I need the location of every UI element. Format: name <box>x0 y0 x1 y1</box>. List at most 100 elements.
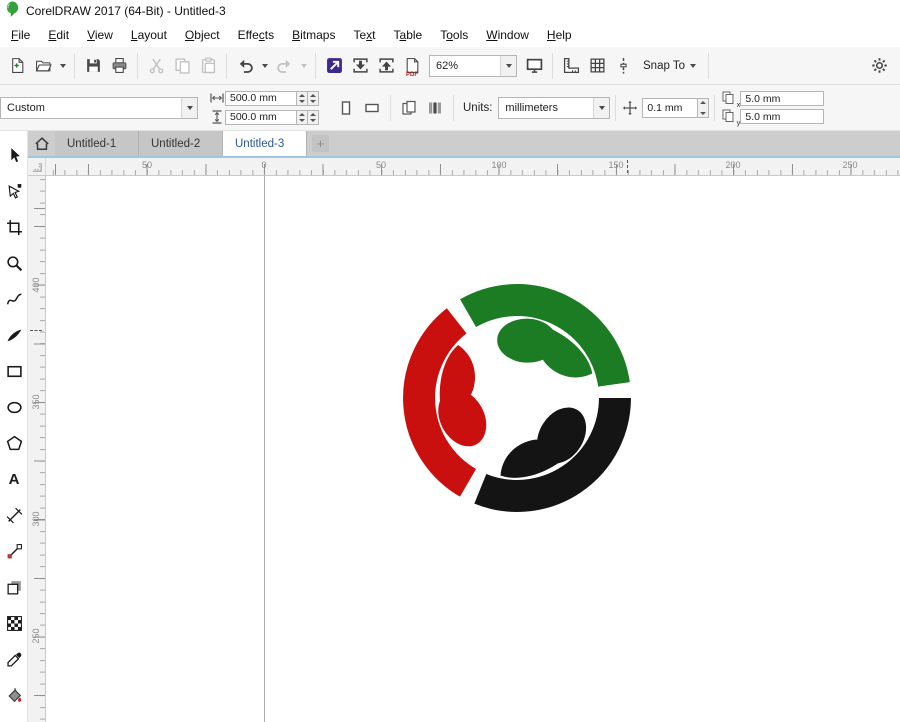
drop-shadow-tool[interactable] <box>0 569 28 605</box>
redo-arrow-icon <box>276 59 290 73</box>
parallel-dimension-tool[interactable] <box>0 497 28 533</box>
tab-untitled-3[interactable]: Untitled-3 <box>223 131 307 156</box>
page-height-spinner-alt[interactable] <box>308 109 319 125</box>
rulers-toggle-button[interactable] <box>558 52 584 80</box>
standard-toolbar: PDF 62% Snap To <box>0 47 900 85</box>
logo-artwork[interactable] <box>402 283 632 513</box>
options-button[interactable] <box>866 52 892 80</box>
connector-tool[interactable] <box>0 533 28 569</box>
page-preset-combobox[interactable]: Custom <box>0 96 198 119</box>
spin-up-icon <box>310 93 316 97</box>
menu-object[interactable]: Object <box>176 24 229 46</box>
cut-button[interactable] <box>143 52 169 80</box>
vertical-ruler[interactable]: 400 350 300 250 <box>28 176 46 722</box>
open-button[interactable] <box>30 52 56 80</box>
shape-tool[interactable] <box>0 173 28 209</box>
text-tool[interactable]: A <box>0 461 28 497</box>
paste-button[interactable] <box>195 52 221 80</box>
open-dropdown[interactable] <box>56 52 69 80</box>
menu-text[interactable]: Text <box>344 24 384 46</box>
page-width-field[interactable]: 500.0 mm <box>225 90 297 106</box>
polygon-tool[interactable] <box>0 425 28 461</box>
fill-bucket-icon <box>7 687 21 702</box>
gear-icon <box>871 58 887 73</box>
ellipse-tool[interactable] <box>0 389 28 425</box>
crop-tool[interactable] <box>0 209 28 245</box>
menu-file[interactable]: File <box>2 24 39 46</box>
menu-effects[interactable]: Effects <box>229 24 283 46</box>
copy-button[interactable] <box>169 52 195 80</box>
fullscreen-preview-button[interactable] <box>521 52 547 80</box>
nudge-distance-field[interactable]: 0.1 mm <box>642 97 699 118</box>
zoom-dropdown[interactable] <box>500 55 516 76</box>
menu-edit[interactable]: Edit <box>39 24 78 46</box>
nudge-spinner[interactable] <box>698 97 710 118</box>
zoom-tool[interactable] <box>0 245 28 281</box>
menu-help[interactable]: Help <box>538 24 581 46</box>
duplicate-x-field[interactable]: 5.0 mm <box>740 91 825 106</box>
title-bar: CorelDRAW 2017 (64-Bit) - Untitled-3 <box>0 0 900 22</box>
landscape-button[interactable] <box>359 93 385 123</box>
tab-untitled-2[interactable]: Untitled-2 <box>139 131 223 156</box>
artistic-media-tool[interactable] <box>0 317 28 353</box>
save-button[interactable] <box>80 52 106 80</box>
menu-table[interactable]: Table <box>385 24 432 46</box>
preset-dropdown[interactable] <box>181 97 197 118</box>
units-dropdown[interactable] <box>593 97 610 118</box>
horizontal-ruler[interactable]: 50 0 50 100 150 200 250 <box>46 158 900 176</box>
guidelines-toggle-button[interactable] <box>610 52 636 80</box>
rectangle-tool[interactable] <box>0 353 28 389</box>
menu-tools[interactable]: Tools <box>431 24 477 46</box>
menu-bitmaps[interactable]: Bitmaps <box>283 24 344 46</box>
property-bar: Custom 500.0 mm 500.0 mm Units: millimet… <box>0 85 900 131</box>
export-button[interactable] <box>373 52 399 80</box>
page-width-spinner[interactable] <box>297 90 308 106</box>
welcome-home-button[interactable] <box>28 131 55 156</box>
menu-layout[interactable]: Layout <box>122 24 176 46</box>
publish-pdf-button[interactable]: PDF <box>399 52 425 80</box>
tab-untitled-1[interactable]: Untitled-1 <box>55 131 139 156</box>
transparency-tool[interactable] <box>0 605 28 641</box>
menu-view[interactable]: View <box>78 24 122 46</box>
new-document-icon <box>11 58 23 73</box>
chevron-down-icon <box>598 105 605 110</box>
search-content-button[interactable] <box>321 52 347 80</box>
grid-toggle-button[interactable] <box>584 52 610 80</box>
new-tab-button[interactable]: + <box>312 135 329 152</box>
pick-tool[interactable] <box>0 137 28 173</box>
snap-to-dropdown[interactable]: Snap To <box>636 53 703 79</box>
redo-dropdown[interactable] <box>297 52 310 80</box>
portrait-icon <box>341 100 351 115</box>
page-height-spinner[interactable] <box>297 109 308 125</box>
color-eyedropper-tool[interactable] <box>0 641 28 677</box>
page-preset-value: Custom <box>7 101 45 114</box>
page-height-field[interactable]: 500.0 mm <box>225 109 297 125</box>
all-pages-button[interactable] <box>396 93 422 123</box>
redo-button[interactable] <box>271 52 297 80</box>
portrait-button[interactable] <box>333 93 359 123</box>
undo-dropdown[interactable] <box>258 52 271 80</box>
spin-up-icon <box>700 100 707 104</box>
chevron-down-icon <box>300 63 307 68</box>
logo-black-segment <box>474 397 631 512</box>
current-page-button[interactable] <box>422 93 448 123</box>
print-icon <box>112 58 126 73</box>
print-button[interactable] <box>106 52 132 80</box>
new-document-button[interactable] <box>4 52 30 80</box>
interactive-fill-tool[interactable] <box>0 677 28 713</box>
menu-window[interactable]: Window <box>477 24 538 46</box>
ruler-origin-box[interactable] <box>28 158 46 176</box>
rectangle-icon <box>6 365 22 377</box>
units-combobox[interactable]: millimeters <box>498 96 611 119</box>
import-button[interactable] <box>347 52 373 80</box>
undo-button[interactable] <box>232 52 258 80</box>
h-ruler-major-ticks <box>46 164 900 175</box>
zoom-level-combobox[interactable]: 62% <box>429 54 517 77</box>
drawing-canvas[interactable] <box>46 176 900 722</box>
toolbar-separator <box>315 52 316 79</box>
brush-stroke-icon <box>7 329 21 341</box>
page-width-spinner-alt[interactable] <box>308 90 319 106</box>
duplicate-y-field[interactable]: 5.0 mm <box>740 109 825 124</box>
freehand-tool[interactable] <box>0 281 28 317</box>
h-ruler-label: 200 <box>725 160 741 170</box>
